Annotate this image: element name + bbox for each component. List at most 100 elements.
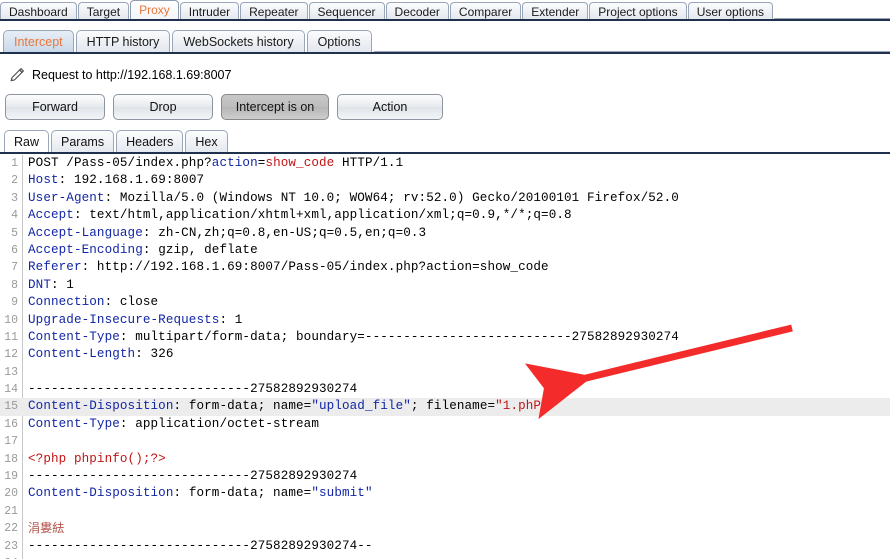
- line-number: 14: [4, 383, 18, 397]
- code-line[interactable]: 11 Content-Type: multipart/form-data; bou…: [0, 329, 890, 346]
- line-number: 20: [4, 487, 18, 501]
- sub-tab-divider: [0, 52, 890, 54]
- message-view-tab-bar: Raw Params Headers Hex: [4, 130, 230, 152]
- tab-bar-filler: [373, 30, 890, 52]
- code-line[interactable]: 14 -----------------------------275828929…: [0, 381, 890, 398]
- line-text: -----------------------------27582892930…: [28, 469, 358, 484]
- code-line[interactable]: 17: [0, 433, 890, 450]
- line-number: 13: [4, 365, 18, 379]
- line-text: Referer: http://192.168.1.69:8007/Pass-0…: [28, 260, 549, 275]
- code-line[interactable]: 13: [0, 364, 890, 381]
- proxy-tab-http-history[interactable]: HTTP history: [75, 30, 171, 52]
- line-text: -----------------------------27582892930…: [28, 382, 358, 397]
- request-target-bar: Request to http://192.168.1.69:8007: [0, 62, 890, 88]
- code-line[interactable]: 6 Accept-Encoding: gzip, deflate: [0, 242, 890, 259]
- line-number: 1: [11, 157, 18, 170]
- line-number: 4: [11, 209, 18, 223]
- line-text: User-Agent: Mozilla/5.0 (Windows NT 10.0…: [28, 190, 679, 205]
- proxy-tab-websockets-history[interactable]: WebSockets history: [172, 30, 305, 52]
- line-text: Content-Type: multipart/form-data; bound…: [28, 329, 679, 344]
- line-text: <?php phpinfo();?>: [28, 451, 166, 466]
- code-line[interactable]: 18 <?php phpinfo();?>: [0, 451, 890, 468]
- line-text: DNT: 1: [28, 277, 74, 292]
- code-line[interactable]: 12 Content-Length: 326: [0, 346, 890, 363]
- line-number: 12: [4, 348, 18, 362]
- main-tab-dashboard[interactable]: Dashboard: [0, 2, 77, 20]
- intercept-toolbar: Forward Drop Intercept is on Action: [5, 94, 451, 120]
- line-text: POST /Pass-05/index.php?action=show_code…: [28, 156, 404, 170]
- main-tab-target[interactable]: Target: [77, 2, 130, 20]
- code-line[interactable]: 19 -----------------------------275828929…: [0, 468, 890, 485]
- line-text: 涓婁紶: [28, 521, 65, 536]
- code-line[interactable]: 9 Connection: close: [0, 294, 890, 311]
- main-tab-proxy[interactable]: Proxy: [130, 0, 179, 19]
- code-line[interactable]: 2 Host: 192.168.1.69:8007: [0, 172, 890, 189]
- line-text: Accept-Language: zh-CN,zh;q=0.8,en-US;q=…: [28, 225, 427, 240]
- code-line[interactable]: 15 Content-Disposition: form-data; name="…: [0, 398, 890, 416]
- main-tab-project-options[interactable]: Project options: [589, 2, 687, 20]
- raw-request-editor[interactable]: 1 POST /Pass-05/index.php?action=show_cod…: [0, 155, 890, 559]
- code-line[interactable]: 3 User-Agent: Mozilla/5.0 (Windows NT 10.…: [0, 190, 890, 207]
- main-tab-comparer[interactable]: Comparer: [449, 2, 522, 20]
- main-tab-user-options[interactable]: User options: [687, 2, 774, 20]
- message-tab-headers[interactable]: Headers: [116, 130, 184, 152]
- line-text: Content-Disposition: form-data; name="su…: [28, 486, 373, 501]
- line-number: 15: [4, 400, 18, 414]
- pencil-icon: [8, 66, 26, 84]
- line-text: Host: 192.168.1.69:8007: [28, 173, 205, 188]
- code-line[interactable]: 10 Upgrade-Insecure-Requests: 1: [0, 312, 890, 329]
- line-number: 11: [4, 330, 18, 344]
- line-text: Content-Disposition: form-data; name="up…: [28, 399, 549, 414]
- message-tab-params[interactable]: Params: [51, 130, 115, 152]
- line-text: Connection: close: [28, 295, 159, 310]
- code-line[interactable]: 7 Referer: http://192.168.1.69:8007/Pass-…: [0, 259, 890, 276]
- line-number: 16: [4, 417, 18, 431]
- line-number: 2: [11, 174, 18, 188]
- code-line[interactable]: 24: [0, 555, 890, 559]
- message-tab-raw[interactable]: Raw: [4, 130, 50, 152]
- line-number: 8: [11, 278, 18, 292]
- code-line[interactable]: 8 DNT: 1: [0, 277, 890, 294]
- line-text: Upgrade-Insecure-Requests: 1: [28, 312, 243, 327]
- code-line[interactable]: 23 -----------------------------275828929…: [0, 538, 890, 555]
- code-lines: 1 POST /Pass-05/index.php?action=show_cod…: [0, 155, 890, 559]
- code-line[interactable]: 1 POST /Pass-05/index.php?action=show_cod…: [0, 155, 890, 172]
- line-text: Accept: text/html,application/xhtml+xml,…: [28, 208, 572, 223]
- message-tab-hex[interactable]: Hex: [185, 130, 228, 152]
- line-number: 18: [4, 452, 18, 466]
- line-number: 17: [4, 435, 18, 449]
- code-line[interactable]: 16 Content-Type: application/octet-stream: [0, 416, 890, 433]
- line-number: 3: [11, 191, 18, 205]
- code-line[interactable]: 5 Accept-Language: zh-CN,zh;q=0.8,en-US;q…: [0, 225, 890, 242]
- intercept-toggle-button[interactable]: Intercept is on: [221, 94, 329, 120]
- burp-suite-window: Dashboard Target Proxy Intruder Repeater Sequ…: [0, 0, 890, 559]
- proxy-sub-tab-bar: Intercept HTTP history WebSockets history O…: [0, 21, 890, 52]
- code-line[interactable]: 22 涓婁紶: [0, 520, 890, 537]
- forward-button[interactable]: Forward: [5, 94, 105, 120]
- line-text: Content-Length: 326: [28, 347, 174, 362]
- line-number: 7: [11, 261, 18, 275]
- proxy-tab-intercept[interactable]: Intercept: [3, 30, 74, 52]
- code-line[interactable]: 4 Accept: text/html,application/xhtml+xml…: [0, 207, 890, 224]
- line-number: 22: [4, 522, 18, 536]
- main-tab-bar: Dashboard Target Proxy Intruder Repeater Sequ…: [0, 0, 890, 20]
- line-number: 19: [4, 470, 18, 484]
- main-tab-decoder[interactable]: Decoder: [385, 2, 449, 20]
- action-button[interactable]: Action: [337, 94, 443, 120]
- line-number: 6: [11, 243, 18, 257]
- code-line[interactable]: 20 Content-Disposition: form-data; name="…: [0, 485, 890, 502]
- tab-bar-filler: [774, 0, 890, 19]
- code-line[interactable]: 21: [0, 503, 890, 520]
- drop-button[interactable]: Drop: [113, 94, 213, 120]
- main-tab-sequencer[interactable]: Sequencer: [308, 2, 385, 20]
- line-number: 21: [4, 504, 18, 518]
- main-tab-repeater[interactable]: Repeater: [240, 2, 308, 20]
- line-number: 10: [4, 313, 18, 327]
- main-tab-intruder[interactable]: Intruder: [179, 2, 240, 20]
- line-number: 9: [11, 296, 18, 310]
- request-target-text: Request to http://192.168.1.69:8007: [32, 68, 232, 82]
- line-text: -----------------------------27582892930…: [28, 538, 373, 553]
- main-tab-extender[interactable]: Extender: [522, 2, 589, 20]
- message-tab-divider: [0, 152, 890, 154]
- proxy-tab-options[interactable]: Options: [306, 30, 372, 52]
